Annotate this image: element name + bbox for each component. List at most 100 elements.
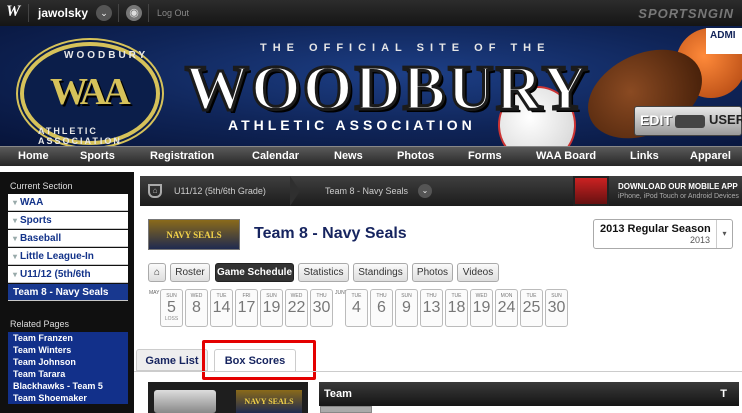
tab-videos[interactable]: Videos [457,263,499,282]
user-menu-chevron-icon[interactable]: ⌄ [96,5,112,21]
tab-game-list[interactable]: Game List [136,349,208,371]
sidebar-item-label: Little League-In [20,251,94,262]
date-day: 18 [447,299,466,316]
schedule-date[interactable]: THU 13 [420,289,443,327]
schedule-date[interactable]: SUN 9 [395,289,418,327]
logout-link[interactable]: Log Out [157,8,189,18]
date-day: 6 [377,299,386,316]
separator [148,4,149,22]
breadcrumb-team-8[interactable]: Team 8 - Navy Seals [325,186,408,196]
schedule-date[interactable]: TUE 14 [210,289,233,327]
tab-statistics[interactable]: Statistics [298,263,349,282]
schedule-date[interactable]: SUN 5 LOSS [160,289,183,327]
sidebar-item-team-8[interactable]: Team 8 - Navy Seals [8,284,128,301]
admin-badge[interactable]: ADMI [706,28,742,54]
related-page-link[interactable]: Blackhawks - Team 5 [8,380,128,392]
schedule-date[interactable]: WED 8 [185,289,208,327]
schedule-date[interactable]: TUE 4 [345,289,368,327]
sidebar-item-sports[interactable]: ▾ Sports [8,212,128,229]
sidebar-item-waa[interactable]: ▾ WAA [8,194,128,211]
logo-text-bottom: ATHLETIC ASSOCIATION [38,126,122,146]
waa-logo[interactable]: WOODBURY WAA ATHLETIC ASSOCIATION [20,42,160,146]
page-title: Team 8 - Navy Seals [254,225,407,242]
toggle-switch[interactable] [675,115,705,128]
date-day: 9 [402,299,411,316]
sidebar-item-little-league[interactable]: ▾ Little League-In [8,248,128,265]
column-header-total: T [720,388,727,400]
schedule-date[interactable]: SUN 19 [260,289,283,327]
related-page-link[interactable]: Team Tarara [8,368,128,380]
tab-photos[interactable]: Photos [412,263,453,282]
nav-photos[interactable]: Photos [397,150,434,162]
related-page-link[interactable]: Team Shoemaker [8,392,128,404]
chevron-down-icon: ▾ [13,234,18,243]
schedule-date[interactable]: THU 6 [370,289,393,327]
schedule-date[interactable]: THU 30 [310,289,333,327]
date-day: 14 [212,299,231,316]
chevron-down-icon: ▾ [13,216,18,225]
home-icon[interactable]: ⌂ [148,263,166,282]
month-label: JUNE [335,290,349,296]
date-day: 5 [167,299,176,316]
sidebar-item-label: Sports [20,215,52,226]
tab-standings[interactable]: Standings [353,263,408,282]
sidebar-item-baseball[interactable]: ▾ Baseball [8,230,128,247]
mobile-app-subtitle: iPhone, iPod Touch or Android Devices [618,193,739,200]
highlight-box [202,340,316,380]
globe-icon[interactable]: ◉ [126,5,142,21]
team-logo-small: NAVY SEALS [236,390,302,413]
schedule-date[interactable]: TUE 25 [520,289,543,327]
chevron-down-icon[interactable]: ▾ [716,220,732,248]
date-day: 13 [422,299,441,316]
date-day: 17 [237,299,256,316]
sportsngin-brand[interactable]: SPORTSNGIN [638,6,734,21]
nav-registration[interactable]: Registration [150,150,214,162]
date-day: 30 [547,299,566,316]
date-day: 8 [192,299,201,316]
edit-user-mode-toggle[interactable]: EDIT USER [634,106,742,136]
related-page-link[interactable]: Team Franzen [8,332,128,344]
date-day: 4 [352,299,361,316]
breadcrumb: ⌂ U11/12 (5th/6th Grade) Team 8 - Navy S… [140,176,742,206]
schedule-date[interactable]: WED 19 [470,289,493,327]
site-banner: WOODBURY WAA ATHLETIC ASSOCIATION THE OF… [0,26,742,146]
tab-divider [134,371,742,372]
date-result: LOSS [164,316,179,322]
schedule-date[interactable]: SUN 30 [545,289,568,327]
tab-game-schedule[interactable]: Game Schedule [215,263,294,282]
edit-label: EDIT [640,112,672,128]
sidebar: Current Section ▾ WAA ▾ Sports ▾ Baseball ▾… [0,172,134,413]
breadcrumb-divider [290,176,300,206]
related-page-link[interactable]: Team Johnson [8,356,128,368]
chevron-down-icon: ▾ [13,270,18,279]
sidebar-item-label: Team 8 - Navy Seals [13,287,109,298]
nav-forms[interactable]: Forms [468,150,502,162]
schedule-date[interactable]: WED 22 [285,289,308,327]
username-link[interactable]: jawolsky [38,6,88,20]
nav-news[interactable]: News [334,150,363,162]
chevron-down-icon: ▾ [13,198,18,207]
sidebar-item-u11-12[interactable]: ▾ U11/12 (5th/6th [8,266,128,283]
sidebar-item-label: WAA [20,197,44,208]
shield-icon[interactable]: ⌂ [148,184,162,198]
mobile-app-title[interactable]: DOWNLOAD OUR MOBILE APP [618,182,738,191]
user-label: USER [709,112,742,127]
schedule-date[interactable]: MON 24 [495,289,518,327]
nav-calendar[interactable]: Calendar [252,150,299,162]
chevron-down-icon[interactable]: ⌄ [418,184,432,198]
nav-links[interactable]: Links [630,150,659,162]
tab-roster[interactable]: Roster [170,263,210,282]
nav-apparel[interactable]: Apparel [690,150,731,162]
nav-home[interactable]: Home [18,150,49,162]
related-page-link[interactable]: Team Winters [8,344,128,356]
opponent-logo [154,390,216,413]
mobile-app-phone-icon[interactable] [573,176,609,206]
schedule-date[interactable]: TUE 18 [445,289,468,327]
date-day: 24 [497,299,516,316]
schedule-date[interactable]: FRI 17 [235,289,258,327]
season-selector[interactable]: 2013 Regular Season 2013 ▾ [593,219,733,249]
breadcrumb-u11-12[interactable]: U11/12 (5th/6th Grade) [174,186,266,196]
nav-waa-board[interactable]: WAA Board [536,150,596,162]
site-logo-letter[interactable]: W [6,3,20,21]
nav-sports[interactable]: Sports [80,150,115,162]
